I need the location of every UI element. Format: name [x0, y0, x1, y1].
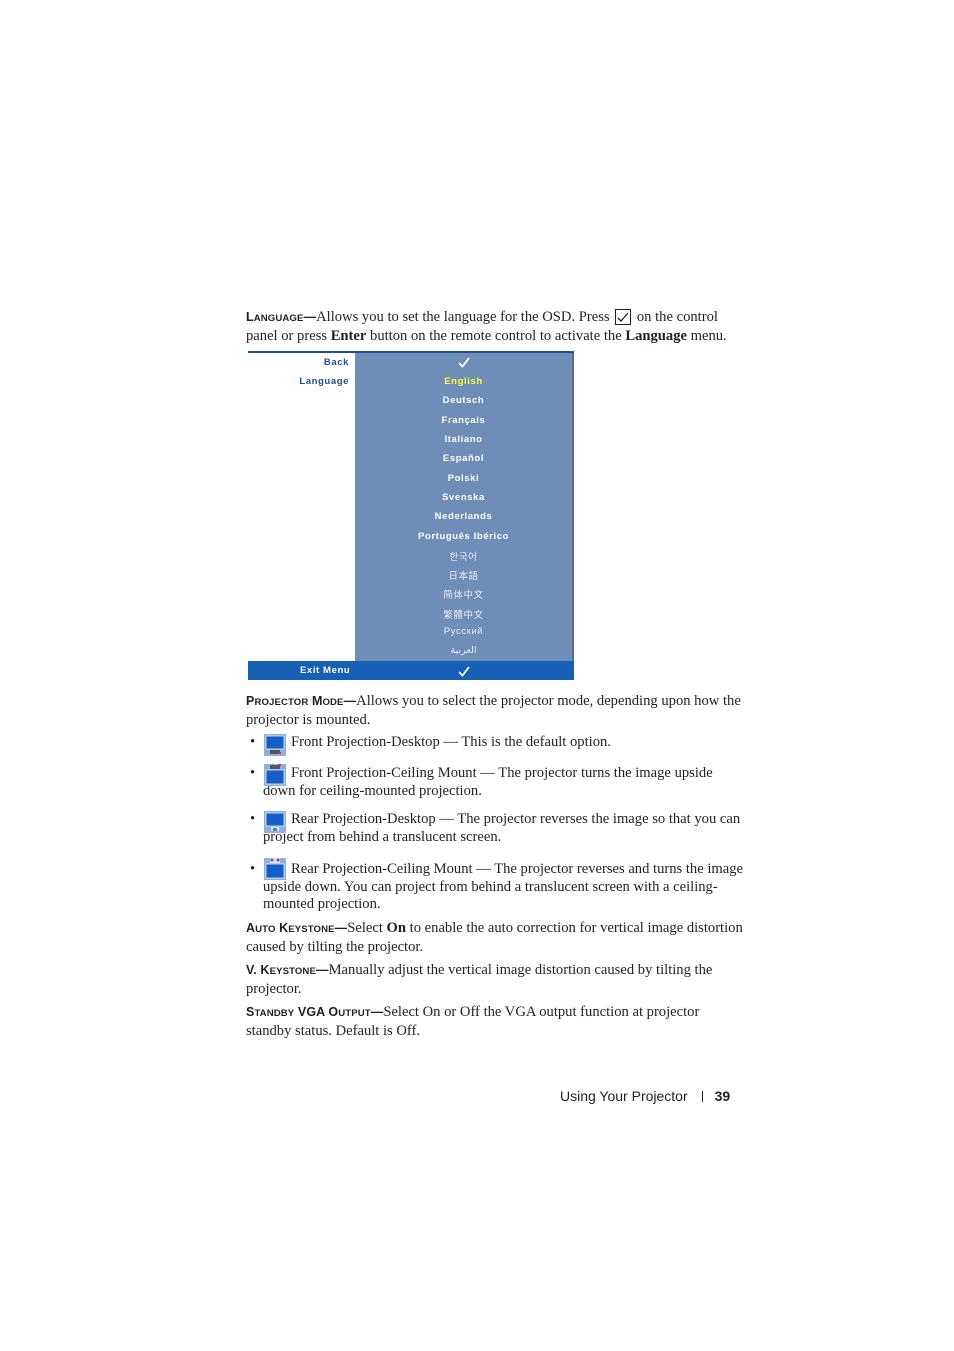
rear-projection-desktop-icon — [264, 811, 286, 833]
osd-back-item[interactable]: Back — [324, 357, 349, 368]
osd-language-item[interactable]: Language — [299, 376, 349, 387]
checkmark-icon[interactable] — [355, 664, 572, 682]
page-number: 39 — [714, 1088, 731, 1104]
checkmark-button-icon — [615, 309, 632, 325]
language-description: LANGUAGE—Allows you to set the language … — [246, 309, 727, 344]
osd-language-menu: Back Language English Deutsch Français I… — [248, 351, 574, 680]
projector-mode-term: PROJECTOR MODE— — [246, 694, 357, 708]
projector-mode-option: • Front Projection-Ceiling Mount — The p… — [250, 764, 713, 799]
osd-language-option[interactable]: 日本語 — [355, 568, 572, 582]
enter-key-label: Enter — [330, 327, 367, 344]
language-term: LANGUAGE— — [246, 310, 317, 324]
v-keystone-term: V. KEYSTONE— — [246, 963, 329, 977]
osd-language-option[interactable]: 繁體中文 — [355, 607, 572, 621]
osd-language-list: English Deutsch Français Italiano Españo… — [355, 353, 574, 661]
osd-language-option[interactable]: العربية — [355, 645, 572, 656]
standby-vga-output-term: STANDBY VGA OUTPUT— — [246, 1005, 384, 1019]
section-title: Using Your Projector — [560, 1088, 688, 1104]
osd-language-option[interactable]: Deutsch — [355, 395, 572, 406]
v-keystone-description: V. KEYSTONE—Manually adjust the vertical… — [246, 962, 713, 997]
osd-exit-bar[interactable]: Exit Menu — [248, 661, 574, 680]
bullet: • — [250, 861, 256, 877]
osd-language-option[interactable]: 简体中文 — [355, 587, 572, 601]
osd-language-option[interactable]: Nederlands — [355, 511, 572, 522]
checkmark-icon[interactable] — [355, 355, 572, 373]
standby-vga-output-description: STANDBY VGA OUTPUT—Select On or Off the … — [246, 1004, 700, 1039]
osd-language-option[interactable]: Español — [355, 453, 572, 464]
osd-left-panel: Back Language — [248, 353, 355, 661]
osd-language-option[interactable]: Português Ibérico — [355, 531, 572, 542]
osd-language-option[interactable]: Svenska — [355, 492, 572, 503]
page-footer: Using Your Projector 39 — [560, 1088, 730, 1104]
osd-language-option[interactable]: 한국어 — [355, 549, 572, 563]
front-projection-ceiling-icon — [264, 764, 286, 786]
osd-language-option[interactable]: Français — [355, 415, 572, 426]
osd-language-option[interactable]: English — [355, 376, 572, 387]
bullet: • — [250, 765, 256, 781]
auto-keystone-description: AUTO KEYSTONE—Select On to enable the au… — [246, 920, 743, 955]
language-text-1: Allows you to set the language for the O… — [316, 309, 610, 325]
auto-keystone-term: AUTO KEYSTONE— — [246, 921, 348, 935]
osd-language-option[interactable]: Italiano — [355, 434, 572, 445]
rear-projection-ceiling-icon — [264, 858, 286, 880]
osd-exit-menu-label[interactable]: Exit Menu — [300, 665, 350, 676]
bullet: • — [250, 734, 256, 750]
projector-mode-option: • Rear Projection-Ceiling Mount — The pr… — [246, 858, 746, 914]
projector-mode-option: • Front Projection-Desktop — This is the… — [246, 734, 746, 756]
osd-language-option[interactable]: Русский — [355, 626, 572, 637]
bullet: • — [250, 811, 256, 827]
footer-divider — [701, 1091, 703, 1102]
projector-mode-description: PROJECTOR MODE—Allows you to select the … — [246, 693, 741, 728]
projector-mode-option: • Rear Projection-Desktop — The projecto… — [250, 811, 741, 845]
front-projection-desktop-icon — [264, 734, 286, 756]
language-menu-label: Language — [625, 327, 687, 344]
osd-language-option[interactable]: Polski — [355, 473, 572, 484]
